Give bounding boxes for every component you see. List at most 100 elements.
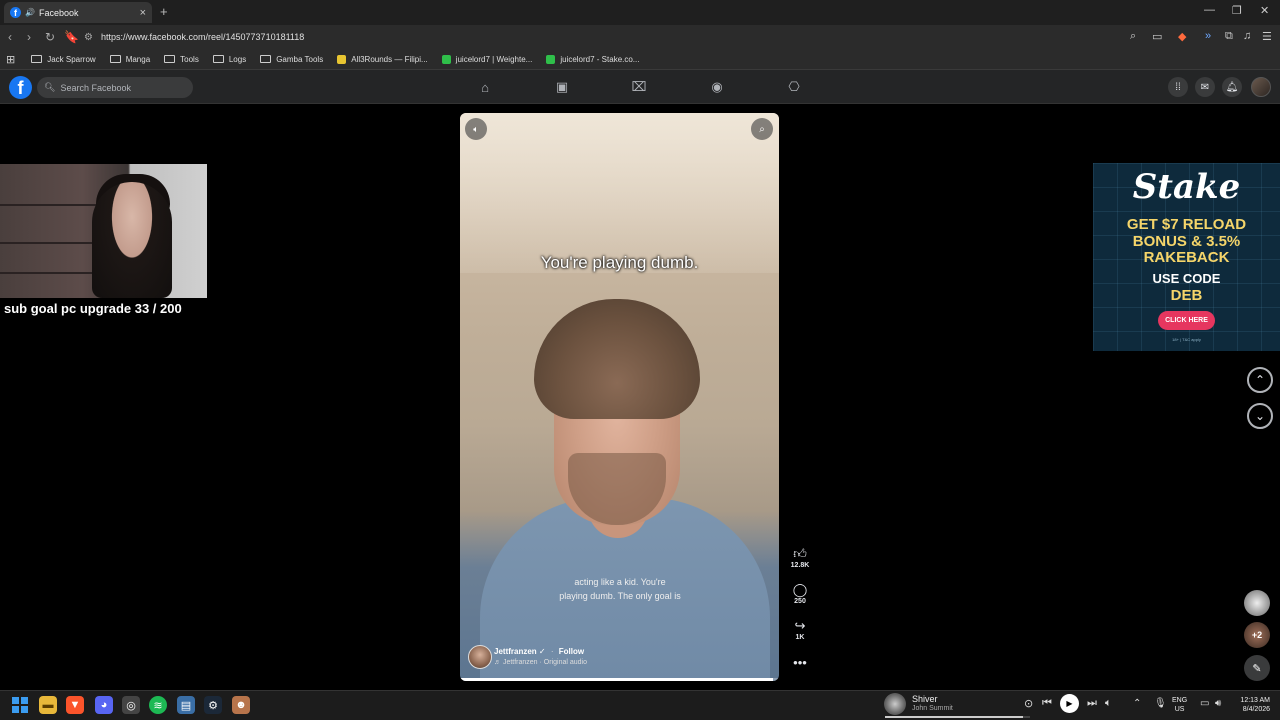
tray-overflow-icon[interactable]: ⌃ (1133, 698, 1141, 709)
browser-tab-strip (0, 0, 1280, 25)
more-contacts-bubble[interactable]: +2 (1244, 622, 1270, 648)
wallet-icon[interactable]: » (1205, 30, 1211, 42)
bookmark-jack-sparrow[interactable]: Jack Sparrow (31, 55, 96, 64)
play-button[interactable]: ▶ (1060, 694, 1079, 713)
reload-icon[interactable]: ↻ (45, 30, 55, 44)
media-volume-icon[interactable]: 🔈︎ (1105, 697, 1112, 710)
bookmark-page-icon[interactable]: 🔖 (64, 30, 79, 44)
brave-shields-icon[interactable]: ◆ (1178, 30, 1186, 43)
profile-avatar[interactable] (1251, 77, 1271, 97)
minimize-icon[interactable]: — (1204, 4, 1215, 16)
browser-menu-icon[interactable]: ☰ (1262, 30, 1272, 43)
media-album-art[interactable] (884, 693, 906, 715)
game-app-icon[interactable]: ☻ (232, 696, 250, 714)
comment-icon: ◯ (792, 582, 808, 597)
new-message-button[interactable]: ✎ (1244, 655, 1270, 681)
share-count: 1K (795, 634, 805, 641)
previous-track-icon[interactable]: ⏮︎ (1042, 697, 1052, 710)
browser-tab-facebook[interactable]: f 🔊 Facebook × (4, 2, 152, 23)
site-settings-icon[interactable]: ⚙ (84, 32, 93, 43)
like-count: 12.8K (790, 562, 810, 569)
extensions-icon[interactable]: ⧉ (1225, 30, 1233, 43)
discord-icon[interactable]: ◕ (95, 696, 113, 714)
marketplace-icon[interactable]: ⌧ (630, 79, 648, 95)
like-button[interactable]: 👍︎ 12.8K (786, 547, 814, 570)
reel-progress-fill (460, 678, 773, 681)
bookmark-gamba-tools[interactable]: Gamba Tools (260, 55, 323, 64)
restore-icon[interactable]: ❐ (1232, 4, 1242, 17)
stake-ad-banner[interactable]: Stake GET $7 RELOAD BONUS & 3.5% RAKEBAC… (1093, 163, 1280, 351)
subtitle-line-1: acting like a kid. You're (574, 577, 666, 587)
close-window-icon[interactable]: ✕ (1260, 4, 1269, 17)
clock-date: 8/4/2026 (1242, 706, 1270, 713)
chrome-icon[interactable]: ◎ (122, 696, 140, 714)
spotify-icon[interactable]: ≋ (149, 696, 167, 714)
media-progress-bar (885, 716, 1030, 718)
tab-close-icon[interactable]: × (140, 7, 146, 19)
streamer-webcam (0, 164, 207, 298)
system-clock[interactable]: 12:13 AM 8/4/2026 (1230, 696, 1270, 714)
forward-icon[interactable]: › (27, 30, 31, 44)
volume-icon[interactable]: 🔊︎ (1215, 698, 1221, 709)
cast-icon[interactable]: ▭ (1152, 30, 1162, 43)
reels-icon[interactable]: ▣ (553, 79, 571, 95)
next-reel-button[interactable]: ⌄ (1247, 403, 1273, 429)
share-icon: ↪ (794, 618, 806, 633)
more-options-button[interactable]: ••• (786, 656, 814, 670)
notifications-icon[interactable]: 🔔︎ (1222, 77, 1242, 97)
reel-caption: You're playing dumb. (540, 253, 699, 272)
reel-video[interactable]: You're playing dumb. acting like a kid. … (460, 113, 779, 681)
facebook-logo[interactable]: f (9, 76, 32, 99)
new-tab-button[interactable]: + (160, 4, 168, 19)
site-icon (441, 54, 451, 64)
previous-reel-button[interactable]: ⌃ (1247, 367, 1273, 393)
brave-browser-icon[interactable]: ▼ (66, 696, 84, 714)
media-settings-icon[interactable]: ⊙ (1024, 697, 1033, 710)
compose-icon: ✎ (1252, 662, 1262, 675)
author-avatar[interactable] (468, 645, 492, 669)
file-explorer-icon[interactable]: ▬ (39, 696, 57, 714)
home-icon[interactable]: ⌂ (476, 79, 494, 95)
microphone-icon[interactable]: 🎙︎ (1154, 698, 1167, 709)
comment-button[interactable]: ◯ 250 (786, 582, 814, 606)
bookmark-juicelord-weighted[interactable]: juicelord7 | Weighte... (441, 54, 532, 64)
messenger-icon[interactable]: ✉ (1195, 77, 1215, 97)
verified-icon: ✓ (538, 647, 546, 656)
facebook-favicon-icon: f (10, 7, 21, 18)
follow-button[interactable]: Follow (559, 647, 584, 656)
address-bar[interactable]: ⚙ https://www.facebook.com/reel/14507737… (84, 28, 1179, 46)
start-button[interactable] (11, 696, 29, 714)
notepad-icon[interactable]: ▤ (177, 696, 195, 714)
bookmark-manga[interactable]: Manga (109, 55, 150, 64)
ad-headline-2: BONUS & 3.5% (1132, 233, 1241, 250)
reel-audio-label[interactable]: ♬ Jettfranzen · Original audio (494, 659, 587, 666)
reel-search-icon[interactable]: ⌕ (751, 118, 773, 140)
back-icon[interactable]: ‹ (8, 30, 12, 44)
groups-icon[interactable]: ◉ (708, 79, 726, 95)
reel-progress-bar[interactable] (460, 678, 779, 681)
network-icon[interactable]: ▭ (1200, 698, 1209, 709)
media-icon[interactable]: ♫ (1243, 30, 1251, 42)
url-text: https://www.facebook.com/reel/1450773710… (100, 32, 305, 42)
next-track-icon[interactable]: ⏭︎ (1087, 697, 1097, 710)
folder-icon (212, 55, 224, 63)
share-button[interactable]: ↪ 1K (786, 618, 814, 642)
bookmark-juicelord-stake[interactable]: juicelord7 - Stake.co... (546, 54, 639, 64)
apps-grid-icon[interactable]: ⊞ (6, 53, 15, 66)
gaming-icon[interactable]: ⎔ (785, 79, 803, 95)
mute-icon[interactable]: 🔈︎ (465, 118, 487, 140)
tab-audio-icon[interactable]: 🔊 (25, 8, 35, 17)
media-title: Shiver (912, 694, 938, 704)
contact-bubble[interactable] (1244, 590, 1270, 616)
menu-grid-icon[interactable]: ⁞⁞ (1168, 77, 1188, 97)
ad-click-here-button[interactable]: CLICK HERE (1158, 311, 1215, 330)
zoom-search-icon[interactable]: ⌕ (1130, 30, 1136, 43)
sub-goal-text: sub goal pc upgrade 33 / 200 (4, 301, 182, 316)
language-indicator[interactable]: ENG US (1172, 696, 1187, 714)
steam-icon[interactable]: ⚙ (204, 696, 222, 714)
bookmark-tools[interactable]: Tools (164, 55, 199, 64)
author-name[interactable]: Jettfranzen (494, 647, 537, 656)
facebook-search-input[interactable]: 🔍︎ Search Facebook (37, 77, 193, 98)
bookmark-all3rounds[interactable]: All3Rounds — Filipi... (337, 54, 428, 64)
bookmark-logs[interactable]: Logs (212, 55, 246, 64)
